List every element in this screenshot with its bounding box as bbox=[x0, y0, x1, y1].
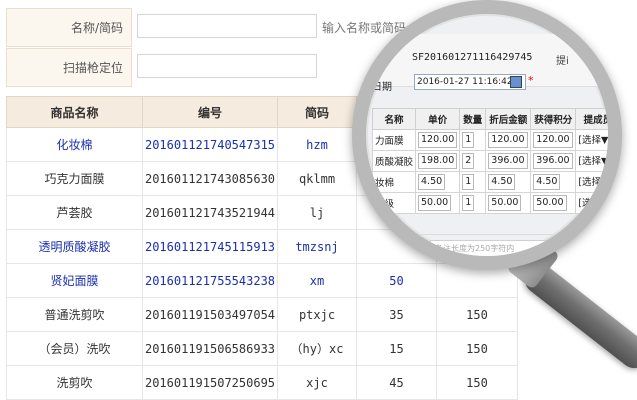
cell-name: 洗剪吹 bbox=[6, 365, 143, 400]
name-label: 名称/简码 bbox=[6, 8, 132, 47]
cell-code: 201601121745115913 bbox=[142, 229, 278, 264]
qty-input[interactable]: 1 bbox=[462, 195, 475, 211]
scan-input[interactable] bbox=[137, 54, 317, 78]
cell-code: 201601121755543238 bbox=[142, 263, 278, 298]
item-name: 力面膜 bbox=[371, 129, 417, 151]
cell-short: tmzsnj bbox=[277, 229, 357, 264]
cell-short: ptxjc bbox=[277, 297, 357, 332]
cell-short: （hy）xc bbox=[277, 331, 357, 366]
points-input[interactable]: 396.00 bbox=[533, 153, 573, 169]
magnified-view: SF201601271116429745 提i 日期 2016-01-27 11… bbox=[366, 14, 608, 256]
add-icon[interactable]: ✓ bbox=[615, 155, 622, 169]
order-item-row: 力面膜 120.00 1 120.00 120.00 [选择▼] ✓ bbox=[371, 129, 622, 151]
cell-code: 201601191503497054 bbox=[142, 297, 278, 332]
table-row[interactable]: （会员）洗吹 201601191506586933 （hy）xc 15 150 bbox=[6, 331, 518, 366]
cell-c4: 45 bbox=[356, 365, 437, 400]
item-name: 妆棉 bbox=[371, 171, 417, 193]
price-input[interactable]: 50.00 bbox=[418, 195, 452, 211]
col-short-header: 简码 bbox=[277, 96, 357, 128]
zoomed-order-form: SF201601271116429745 提i 日期 2016-01-27 11… bbox=[366, 34, 608, 256]
cell-name: 普通洗剪吹 bbox=[6, 297, 143, 332]
order-item-row: 面级 50.00 1 50.00 50.00 [选择▼] ✓ bbox=[371, 192, 622, 214]
calendar-icon[interactable] bbox=[510, 76, 522, 88]
order-items-header: 名称 单价 数量 折后金额 获得积分 提成员工 bbox=[371, 108, 608, 130]
cell-code: 201601191506586933 bbox=[142, 331, 278, 366]
cell-code: 201601191507250695 bbox=[142, 365, 278, 400]
qty-input[interactable]: 2 bbox=[462, 153, 475, 169]
cell-c4: 50 bbox=[356, 263, 437, 298]
order-item-row: 妆棉 4.50 1 4.50 4.50 [选择▼] ✓ bbox=[371, 171, 622, 193]
magnifier-lens: SF201601271116429745 提i 日期 2016-01-27 11… bbox=[352, 0, 622, 270]
scan-label: 扫描枪定位 bbox=[6, 48, 132, 87]
zcol-staff: 提成员工 bbox=[575, 108, 608, 130]
date-label: 日期 bbox=[372, 82, 392, 93]
cell-code: 201601121743085630 bbox=[142, 161, 278, 196]
staff-select[interactable]: [选择▼] bbox=[578, 177, 608, 188]
name-search-row: 名称/简码 输入名称或简码 bbox=[6, 8, 426, 48]
cell-short: xjc bbox=[277, 365, 357, 400]
name-search-input[interactable] bbox=[137, 14, 317, 38]
staff-select[interactable]: [选择▼] bbox=[578, 156, 608, 167]
cell-c4: 15 bbox=[356, 331, 437, 366]
memo-input[interactable]: 备注长度为250字符内 bbox=[430, 240, 608, 256]
qty-input[interactable]: 1 bbox=[462, 174, 475, 190]
cell-short: xm bbox=[277, 263, 357, 298]
amount-input[interactable]: 50.00 bbox=[488, 195, 522, 211]
cell-c5: 150 bbox=[436, 297, 518, 332]
required-mark: * bbox=[528, 74, 534, 87]
item-name: 质酸凝胶 bbox=[371, 150, 417, 172]
points-input[interactable]: 120.00 bbox=[533, 132, 573, 148]
order-number: SF201601271116429745 bbox=[412, 52, 533, 63]
cell-short: qklmm bbox=[277, 161, 357, 196]
points-input[interactable]: 4.50 bbox=[533, 174, 561, 190]
cell-short: lj bbox=[277, 195, 357, 230]
zcol-qty: 数量 bbox=[459, 108, 487, 130]
qty-input[interactable]: 1 bbox=[462, 132, 475, 148]
cell-code: 201601121743521944 bbox=[142, 195, 278, 230]
search-form: 名称/简码 输入名称或简码 扫描枪定位 bbox=[6, 8, 426, 88]
zcol-name: 名称 bbox=[371, 108, 417, 130]
cell-name: 透明质酸凝胶 bbox=[6, 229, 143, 264]
amount-input[interactable]: 120.00 bbox=[488, 132, 528, 148]
memo-divider bbox=[370, 234, 600, 235]
amount-input[interactable]: 396.00 bbox=[488, 153, 528, 169]
col-code-header: 编号 bbox=[142, 96, 278, 128]
cell-name: （会员）洗吹 bbox=[6, 331, 143, 366]
price-input[interactable]: 120.00 bbox=[418, 132, 458, 148]
add-icon[interactable]: ✓ bbox=[615, 134, 622, 148]
add-icon[interactable]: ✓ bbox=[615, 197, 622, 211]
staff-select[interactable]: [选择▼] bbox=[578, 135, 608, 146]
col-name-header: 商品名称 bbox=[6, 96, 143, 128]
staff-select[interactable]: [选择▼] bbox=[578, 198, 608, 209]
cell-code: 20160112174054731​5 bbox=[142, 127, 278, 162]
amount-input[interactable]: 4.50 bbox=[488, 174, 516, 190]
zcol-amount: 折后金额 bbox=[485, 108, 532, 130]
order-items-table: 名称 单价 数量 折后金额 获得积分 提成员工 力面膜 120.00 1 120… bbox=[371, 108, 622, 214]
price-input[interactable]: 4.50 bbox=[418, 174, 446, 190]
cell-c5: 150 bbox=[436, 331, 518, 366]
zcol-points: 获得积分 bbox=[530, 108, 577, 130]
header-action-label[interactable]: 提i bbox=[556, 52, 569, 67]
price-input[interactable]: 198.00 bbox=[418, 153, 458, 169]
cell-c4: 35 bbox=[356, 297, 437, 332]
memo-label: 备注 bbox=[402, 247, 418, 256]
zcol-price: 单价 bbox=[415, 108, 461, 130]
cell-c5: 150 bbox=[436, 365, 518, 400]
points-input[interactable]: 50.00 bbox=[533, 195, 567, 211]
cell-name: 贤妃面膜 bbox=[6, 263, 143, 298]
cell-name: 化妆棉 bbox=[6, 127, 143, 162]
order-item-row: 质酸凝胶 198.00 2 396.00 396.00 [选择▼] ✓ bbox=[371, 150, 622, 172]
table-row[interactable]: 普通洗剪吹 201601191503497054 ptxjc 35 150 bbox=[6, 297, 518, 332]
cell-name: 芦荟胶 bbox=[6, 195, 143, 230]
cell-name: 巧克力面膜 bbox=[6, 161, 143, 196]
item-name: 面级 bbox=[371, 192, 417, 214]
cell-short: hzm bbox=[277, 127, 357, 162]
table-row[interactable]: 贤妃面膜 201601121755543238 xm 50 bbox=[6, 263, 518, 298]
add-icon[interactable]: ✓ bbox=[615, 176, 622, 190]
table-row[interactable]: 洗剪吹 201601191507250695 xjc 45 150 bbox=[6, 365, 518, 400]
